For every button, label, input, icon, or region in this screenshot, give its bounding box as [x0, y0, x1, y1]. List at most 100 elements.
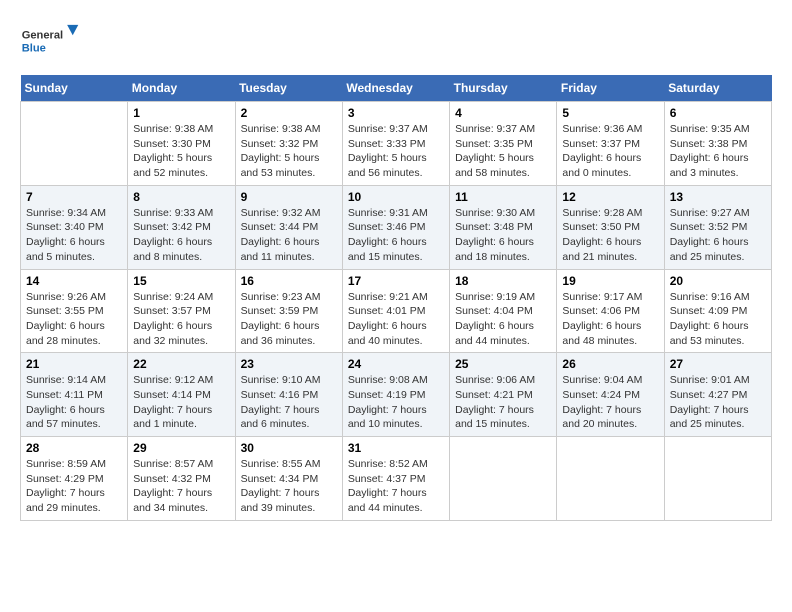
calendar-cell: 5 Sunrise: 9:36 AMSunset: 3:37 PMDayligh… [557, 102, 664, 186]
header-monday: Monday [128, 75, 235, 102]
calendar-cell: 30 Sunrise: 8:55 AMSunset: 4:34 PMDaylig… [235, 437, 342, 521]
header-wednesday: Wednesday [342, 75, 449, 102]
calendar-week-3: 14 Sunrise: 9:26 AMSunset: 3:55 PMDaylig… [21, 269, 772, 353]
calendar-cell [664, 437, 771, 521]
calendar-cell: 17 Sunrise: 9:21 AMSunset: 4:01 PMDaylig… [342, 269, 449, 353]
cell-sunrise: Sunrise: 9:23 AMSunset: 3:59 PMDaylight:… [241, 291, 321, 347]
cell-sunrise: Sunrise: 9:32 AMSunset: 3:44 PMDaylight:… [241, 207, 321, 263]
day-number: 15 [133, 274, 229, 288]
cell-sunrise: Sunrise: 8:59 AMSunset: 4:29 PMDaylight:… [26, 458, 106, 514]
header-friday: Friday [557, 75, 664, 102]
cell-sunrise: Sunrise: 9:21 AMSunset: 4:01 PMDaylight:… [348, 291, 428, 347]
calendar-cell: 1 Sunrise: 9:38 AMSunset: 3:30 PMDayligh… [128, 102, 235, 186]
day-number: 18 [455, 274, 551, 288]
cell-sunrise: Sunrise: 9:14 AMSunset: 4:11 PMDaylight:… [26, 374, 106, 430]
cell-sunrise: Sunrise: 9:16 AMSunset: 4:09 PMDaylight:… [670, 291, 750, 347]
day-number: 27 [670, 357, 766, 371]
day-number: 9 [241, 190, 337, 204]
calendar-cell: 6 Sunrise: 9:35 AMSunset: 3:38 PMDayligh… [664, 102, 771, 186]
cell-sunrise: Sunrise: 9:19 AMSunset: 4:04 PMDaylight:… [455, 291, 535, 347]
page-header: General Blue [20, 20, 772, 65]
calendar-cell: 7 Sunrise: 9:34 AMSunset: 3:40 PMDayligh… [21, 185, 128, 269]
cell-sunrise: Sunrise: 8:57 AMSunset: 4:32 PMDaylight:… [133, 458, 213, 514]
calendar-cell: 25 Sunrise: 9:06 AMSunset: 4:21 PMDaylig… [450, 353, 557, 437]
calendar-cell: 20 Sunrise: 9:16 AMSunset: 4:09 PMDaylig… [664, 269, 771, 353]
day-number: 8 [133, 190, 229, 204]
day-number: 17 [348, 274, 444, 288]
day-number: 5 [562, 106, 658, 120]
svg-text:General: General [22, 30, 63, 42]
calendar-week-5: 28 Sunrise: 8:59 AMSunset: 4:29 PMDaylig… [21, 437, 772, 521]
cell-sunrise: Sunrise: 9:12 AMSunset: 4:14 PMDaylight:… [133, 374, 213, 430]
calendar-cell: 4 Sunrise: 9:37 AMSunset: 3:35 PMDayligh… [450, 102, 557, 186]
day-number: 28 [26, 441, 122, 455]
cell-sunrise: Sunrise: 9:37 AMSunset: 3:33 PMDaylight:… [348, 123, 428, 179]
cell-sunrise: Sunrise: 9:06 AMSunset: 4:21 PMDaylight:… [455, 374, 535, 430]
calendar-cell: 28 Sunrise: 8:59 AMSunset: 4:29 PMDaylig… [21, 437, 128, 521]
calendar-cell: 19 Sunrise: 9:17 AMSunset: 4:06 PMDaylig… [557, 269, 664, 353]
calendar-header-row: SundayMondayTuesdayWednesdayThursdayFrid… [21, 75, 772, 102]
day-number: 11 [455, 190, 551, 204]
day-number: 4 [455, 106, 551, 120]
cell-sunrise: Sunrise: 9:24 AMSunset: 3:57 PMDaylight:… [133, 291, 213, 347]
cell-sunrise: Sunrise: 9:38 AMSunset: 3:30 PMDaylight:… [133, 123, 213, 179]
calendar-table: SundayMondayTuesdayWednesdayThursdayFrid… [20, 75, 772, 521]
day-number: 31 [348, 441, 444, 455]
calendar-week-4: 21 Sunrise: 9:14 AMSunset: 4:11 PMDaylig… [21, 353, 772, 437]
cell-sunrise: Sunrise: 9:35 AMSunset: 3:38 PMDaylight:… [670, 123, 750, 179]
day-number: 30 [241, 441, 337, 455]
day-number: 7 [26, 190, 122, 204]
calendar-cell: 18 Sunrise: 9:19 AMSunset: 4:04 PMDaylig… [450, 269, 557, 353]
cell-sunrise: Sunrise: 9:27 AMSunset: 3:52 PMDaylight:… [670, 207, 750, 263]
cell-sunrise: Sunrise: 9:28 AMSunset: 3:50 PMDaylight:… [562, 207, 642, 263]
calendar-cell: 31 Sunrise: 8:52 AMSunset: 4:37 PMDaylig… [342, 437, 449, 521]
cell-sunrise: Sunrise: 9:08 AMSunset: 4:19 PMDaylight:… [348, 374, 428, 430]
day-number: 13 [670, 190, 766, 204]
calendar-cell: 29 Sunrise: 8:57 AMSunset: 4:32 PMDaylig… [128, 437, 235, 521]
cell-sunrise: Sunrise: 9:34 AMSunset: 3:40 PMDaylight:… [26, 207, 106, 263]
cell-sunrise: Sunrise: 9:31 AMSunset: 3:46 PMDaylight:… [348, 207, 428, 263]
header-sunday: Sunday [21, 75, 128, 102]
day-number: 24 [348, 357, 444, 371]
day-number: 6 [670, 106, 766, 120]
header-thursday: Thursday [450, 75, 557, 102]
day-number: 19 [562, 274, 658, 288]
calendar-cell: 8 Sunrise: 9:33 AMSunset: 3:42 PMDayligh… [128, 185, 235, 269]
day-number: 26 [562, 357, 658, 371]
logo-svg: General Blue [20, 20, 80, 65]
cell-sunrise: Sunrise: 9:30 AMSunset: 3:48 PMDaylight:… [455, 207, 535, 263]
cell-sunrise: Sunrise: 9:17 AMSunset: 4:06 PMDaylight:… [562, 291, 642, 347]
header-saturday: Saturday [664, 75, 771, 102]
day-number: 14 [26, 274, 122, 288]
calendar-week-2: 7 Sunrise: 9:34 AMSunset: 3:40 PMDayligh… [21, 185, 772, 269]
cell-sunrise: Sunrise: 9:33 AMSunset: 3:42 PMDaylight:… [133, 207, 213, 263]
calendar-cell [450, 437, 557, 521]
calendar-cell: 11 Sunrise: 9:30 AMSunset: 3:48 PMDaylig… [450, 185, 557, 269]
calendar-cell: 26 Sunrise: 9:04 AMSunset: 4:24 PMDaylig… [557, 353, 664, 437]
cell-sunrise: Sunrise: 9:04 AMSunset: 4:24 PMDaylight:… [562, 374, 642, 430]
calendar-cell: 21 Sunrise: 9:14 AMSunset: 4:11 PMDaylig… [21, 353, 128, 437]
calendar-cell: 12 Sunrise: 9:28 AMSunset: 3:50 PMDaylig… [557, 185, 664, 269]
day-number: 20 [670, 274, 766, 288]
cell-sunrise: Sunrise: 8:55 AMSunset: 4:34 PMDaylight:… [241, 458, 321, 514]
day-number: 23 [241, 357, 337, 371]
day-number: 12 [562, 190, 658, 204]
calendar-cell [557, 437, 664, 521]
day-number: 10 [348, 190, 444, 204]
day-number: 3 [348, 106, 444, 120]
calendar-cell: 10 Sunrise: 9:31 AMSunset: 3:46 PMDaylig… [342, 185, 449, 269]
day-number: 1 [133, 106, 229, 120]
calendar-cell: 15 Sunrise: 9:24 AMSunset: 3:57 PMDaylig… [128, 269, 235, 353]
header-tuesday: Tuesday [235, 75, 342, 102]
day-number: 25 [455, 357, 551, 371]
day-number: 22 [133, 357, 229, 371]
calendar-cell: 16 Sunrise: 9:23 AMSunset: 3:59 PMDaylig… [235, 269, 342, 353]
day-number: 16 [241, 274, 337, 288]
cell-sunrise: Sunrise: 9:37 AMSunset: 3:35 PMDaylight:… [455, 123, 535, 179]
calendar-cell: 22 Sunrise: 9:12 AMSunset: 4:14 PMDaylig… [128, 353, 235, 437]
calendar-cell: 23 Sunrise: 9:10 AMSunset: 4:16 PMDaylig… [235, 353, 342, 437]
calendar-cell: 13 Sunrise: 9:27 AMSunset: 3:52 PMDaylig… [664, 185, 771, 269]
cell-sunrise: Sunrise: 9:26 AMSunset: 3:55 PMDaylight:… [26, 291, 106, 347]
cell-sunrise: Sunrise: 9:36 AMSunset: 3:37 PMDaylight:… [562, 123, 642, 179]
calendar-cell [21, 102, 128, 186]
